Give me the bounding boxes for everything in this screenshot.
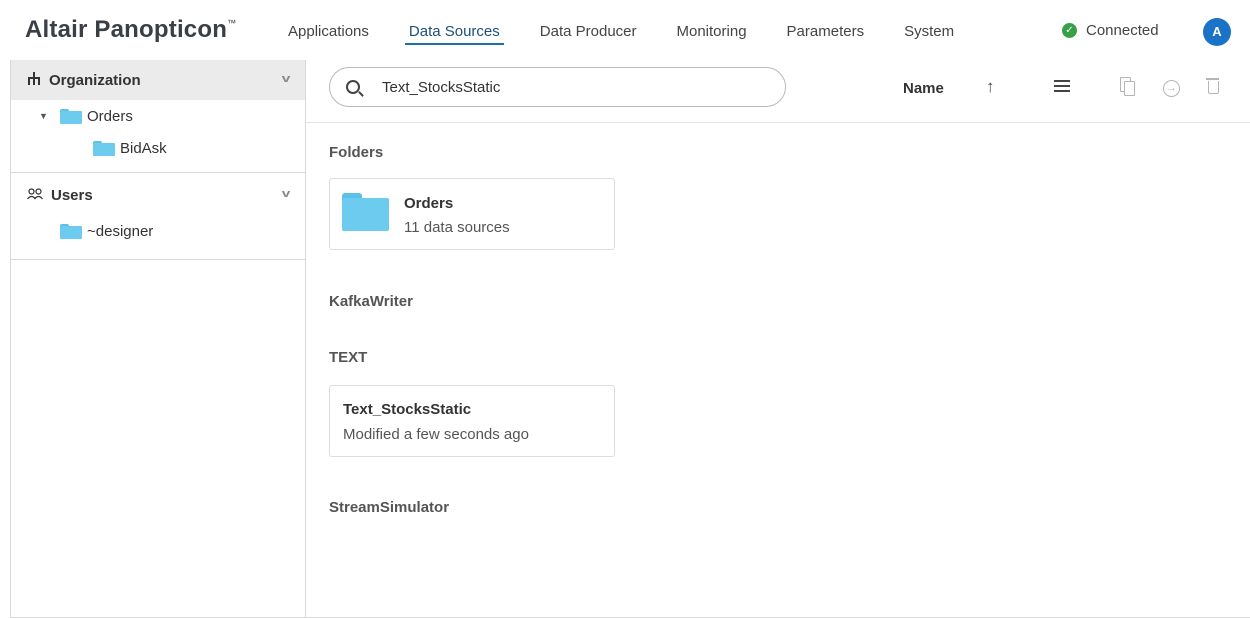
nav-parameters[interactable]: Parameters xyxy=(767,0,885,60)
tree-item-orders[interactable]: ▼ Orders xyxy=(11,100,305,132)
group-title-folders: Folders xyxy=(329,144,384,161)
nav-data-sources[interactable]: Data Sources xyxy=(389,0,520,60)
group-title-streamsimulator: StreamSimulator xyxy=(329,499,450,516)
search-input[interactable] xyxy=(382,78,762,96)
nav-system[interactable]: System xyxy=(884,0,974,60)
organization-title: Organization xyxy=(49,71,141,89)
main-content: Name ↑ → Folders Orders 11 data sources … xyxy=(306,60,1250,618)
card-subtitle: Modified a few seconds ago xyxy=(343,426,529,443)
sidebar: Organization v ▼ Orders BidAsk Users v ~… xyxy=(10,60,306,618)
folder-icon xyxy=(60,108,82,124)
chevron-down-icon[interactable]: v xyxy=(282,188,291,200)
tree-item-designer[interactable]: ~designer xyxy=(11,215,305,247)
check-circle-icon: ✓ xyxy=(1062,23,1077,38)
group-title-text: TEXT xyxy=(329,349,368,366)
folder-icon xyxy=(93,140,115,156)
hierarchy-icon xyxy=(27,71,41,89)
app-logo[interactable]: Altair Panopticon™ xyxy=(25,16,236,44)
users-section-header[interactable]: Users v xyxy=(11,175,305,215)
caret-down-icon[interactable]: ▼ xyxy=(39,111,51,121)
chevron-down-icon[interactable]: v xyxy=(282,73,291,85)
search-icon xyxy=(346,80,360,94)
copy-icon[interactable] xyxy=(1117,77,1137,97)
connection-status: ✓ Connected xyxy=(1062,22,1159,39)
nav-data-producer[interactable]: Data Producer xyxy=(520,0,657,60)
organization-section-header[interactable]: Organization v xyxy=(11,60,305,100)
users-icon xyxy=(27,187,43,203)
folder-icon xyxy=(342,193,389,231)
search-box[interactable] xyxy=(329,67,786,107)
brand-trademark: ™ xyxy=(227,18,237,28)
tree-item-bidask[interactable]: BidAsk xyxy=(11,132,305,164)
brand-name: Altair Panopticon xyxy=(25,16,228,43)
connection-status-label: Connected xyxy=(1086,22,1159,39)
list-view-icon[interactable] xyxy=(1054,77,1074,97)
top-bar: Altair Panopticon™ Applications Data Sou… xyxy=(0,0,1250,60)
trash-icon[interactable] xyxy=(1204,77,1224,97)
nav-applications[interactable]: Applications xyxy=(268,0,389,60)
divider xyxy=(11,259,305,260)
move-icon[interactable]: → xyxy=(1163,80,1180,97)
divider xyxy=(11,172,305,173)
toolbar: Name ↑ → xyxy=(306,60,1250,123)
folder-card-orders[interactable]: Orders 11 data sources xyxy=(329,178,615,250)
tree-item-label: ~designer xyxy=(87,222,154,240)
card-subtitle: 11 data sources xyxy=(404,219,510,236)
tree-item-label: Orders xyxy=(87,107,133,125)
users-title: Users xyxy=(51,186,93,204)
data-source-card[interactable]: Text_StocksStatic Modified a few seconds… xyxy=(329,385,615,457)
card-title: Orders xyxy=(404,195,454,212)
main-nav: Applications Data Sources Data Producer … xyxy=(268,0,974,60)
user-avatar[interactable]: A xyxy=(1203,18,1231,46)
sort-ascending-icon[interactable]: ↑ xyxy=(986,77,995,97)
group-title-kafkawriter: KafkaWriter xyxy=(329,293,413,310)
sort-field-label[interactable]: Name xyxy=(903,80,944,97)
card-title: Text_StocksStatic xyxy=(343,401,472,418)
nav-monitoring[interactable]: Monitoring xyxy=(657,0,767,60)
folder-icon xyxy=(60,223,82,239)
tree-item-label: BidAsk xyxy=(120,139,167,157)
